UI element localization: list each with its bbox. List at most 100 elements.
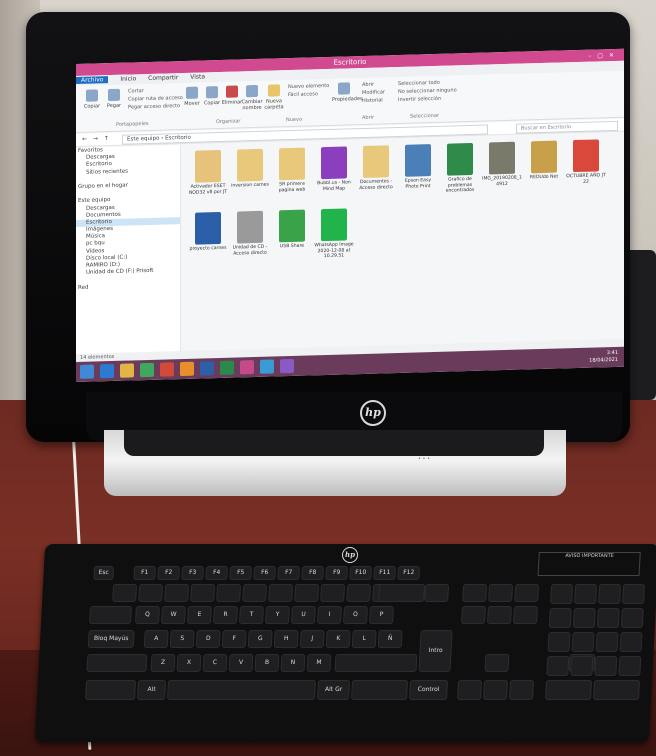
file-item[interactable]: IMG_20190208_1 4912 — [482, 141, 522, 188]
keyboard-key[interactable] — [619, 632, 643, 652]
keyboard-key[interactable] — [351, 680, 409, 700]
new-item-button[interactable]: Nuevo elemento — [288, 83, 329, 90]
menu-vista[interactable]: Vista — [190, 73, 205, 80]
keyboard-key[interactable] — [88, 606, 132, 624]
keyboard-key[interactable]: L — [351, 630, 377, 648]
keyboard-key[interactable]: Control — [409, 680, 449, 700]
keyboard-key[interactable] — [378, 584, 426, 602]
keyboard-key[interactable] — [509, 680, 535, 700]
keyboard-key[interactable]: X — [176, 654, 202, 672]
paste-button[interactable]: Pegar — [102, 88, 126, 110]
file-item[interactable]: Bubbl.us - Non Mind Map — [314, 146, 354, 192]
keyboard-key[interactable] — [460, 606, 486, 624]
word-icon[interactable] — [200, 361, 214, 376]
keyboard-key[interactable]: F7 — [277, 566, 301, 580]
file-item[interactable]: Activador ESET NOD32 v8 por JT — [188, 149, 228, 196]
keyboard-key[interactable] — [620, 608, 644, 628]
keyboard-key[interactable]: H — [273, 630, 299, 648]
keyboard-key[interactable] — [488, 584, 514, 602]
app-icon[interactable] — [240, 360, 254, 375]
keyboard-key[interactable] — [547, 632, 571, 652]
keyboard-key[interactable] — [320, 584, 346, 602]
modify-button[interactable]: Modificar — [362, 89, 385, 96]
keyboard-key[interactable] — [483, 680, 509, 700]
open-button[interactable]: Abrir — [362, 82, 374, 88]
keyboard-key[interactable]: F3 — [181, 566, 205, 580]
cut-button[interactable]: Cortar — [128, 88, 144, 94]
keyboard-key[interactable] — [595, 632, 619, 652]
keyboard-key[interactable]: F12 — [397, 566, 421, 580]
file-item[interactable]: inversion carnes — [230, 148, 270, 190]
start-icon[interactable] — [80, 364, 94, 379]
keyboard-key[interactable] — [571, 632, 595, 652]
keyboard-key[interactable] — [242, 584, 268, 602]
keyboard-key[interactable]: Y — [264, 606, 290, 624]
rename-button[interactable]: Cambiar nombre — [240, 84, 264, 112]
keyboard-key[interactable] — [545, 680, 593, 700]
keyboard-key[interactable] — [486, 606, 512, 624]
keyboard-key[interactable] — [424, 584, 450, 602]
menu-compartir[interactable]: Compartir — [148, 74, 178, 82]
file-item[interactable]: WhatsApp Image 2020-12-08 at 10.29.51 — [314, 208, 354, 260]
firefox-icon[interactable] — [180, 361, 194, 377]
keyboard-key[interactable]: N — [280, 654, 306, 672]
forward-icon[interactable]: → — [93, 135, 98, 142]
keyboard-key[interactable]: Alt — [137, 680, 167, 700]
keyboard-key[interactable] — [85, 680, 137, 700]
keyboard-key[interactable]: F9 — [325, 566, 349, 580]
keyboard-key[interactable]: F1 — [133, 566, 157, 580]
keyboard-key[interactable] — [593, 680, 641, 700]
keyboard-key[interactable]: D — [195, 630, 221, 648]
keyboard-key[interactable] — [112, 584, 138, 602]
keyboard-key[interactable]: F5 — [229, 566, 253, 580]
keyboard-key[interactable] — [164, 584, 190, 602]
file-item[interactable]: proyecto carnes — [188, 211, 228, 253]
keyboard-key[interactable]: F10 — [349, 566, 373, 580]
keyboard-key[interactable] — [596, 608, 620, 628]
keyboard-key[interactable] — [457, 680, 483, 700]
keyboard-key[interactable] — [294, 584, 320, 602]
keyboard-key[interactable]: K — [325, 630, 351, 648]
keyboard-key[interactable]: Bloq Mayús — [87, 630, 135, 648]
keyboard-key[interactable] — [618, 656, 642, 676]
keyboard-key[interactable] — [550, 584, 574, 604]
paste-shortcut-button[interactable]: Pegar acceso directo — [128, 103, 180, 110]
keyboard-key[interactable] — [548, 608, 572, 628]
keyboard-key[interactable] — [514, 584, 540, 602]
history-button[interactable]: Historial — [362, 97, 383, 104]
select-all-button[interactable]: Seleccionar todo — [398, 80, 440, 87]
keyboard-key[interactable] — [346, 584, 372, 602]
taskbar-clock[interactable]: 3:41 18/04/2021 — [589, 350, 618, 365]
keyboard-key[interactable]: F6 — [253, 566, 277, 580]
keyboard-key[interactable] — [268, 584, 294, 602]
keyboard-key[interactable] — [462, 584, 488, 602]
keyboard-key[interactable] — [546, 656, 570, 676]
keyboard-key[interactable] — [190, 584, 216, 602]
keyboard-key[interactable] — [570, 656, 594, 676]
keyboard-key[interactable]: B — [254, 654, 280, 672]
keyboard-key[interactable]: U — [290, 606, 316, 624]
keyboard-key[interactable]: Ñ — [377, 630, 403, 648]
new-folder-button[interactable]: Nueva carpeta — [262, 84, 286, 111]
keyboard-key[interactable]: F — [221, 630, 247, 648]
file-item[interactable]: REDUdo Net — [524, 140, 564, 181]
keyboard-key[interactable] — [334, 654, 418, 672]
chrome-icon[interactable] — [160, 362, 174, 377]
keyboard-key[interactable] — [622, 584, 646, 604]
keyboard-key[interactable]: F8 — [301, 566, 325, 580]
easy-access-button[interactable]: Fácil acceso — [288, 91, 318, 98]
copy-button[interactable]: Copiar — [80, 89, 104, 110]
app-icon[interactable] — [260, 359, 274, 374]
keyboard-key[interactable]: Q — [134, 606, 160, 624]
keyboard-key[interactable]: I — [316, 606, 342, 624]
app-icon[interactable] — [280, 358, 294, 374]
keyboard-key[interactable] — [572, 608, 596, 628]
keyboard-key[interactable]: G — [247, 630, 273, 648]
file-item[interactable]: USB Share — [272, 209, 312, 250]
select-none-button[interactable]: No seleccionar ninguno — [398, 87, 457, 95]
keyboard-key[interactable]: W — [160, 606, 186, 624]
invert-selection-button[interactable]: Invertir selección — [398, 96, 441, 103]
copy-path-button[interactable]: Copiar ruta de acceso — [128, 95, 183, 103]
back-icon[interactable]: ← — [82, 136, 87, 143]
keyboard-key[interactable] — [484, 654, 510, 672]
